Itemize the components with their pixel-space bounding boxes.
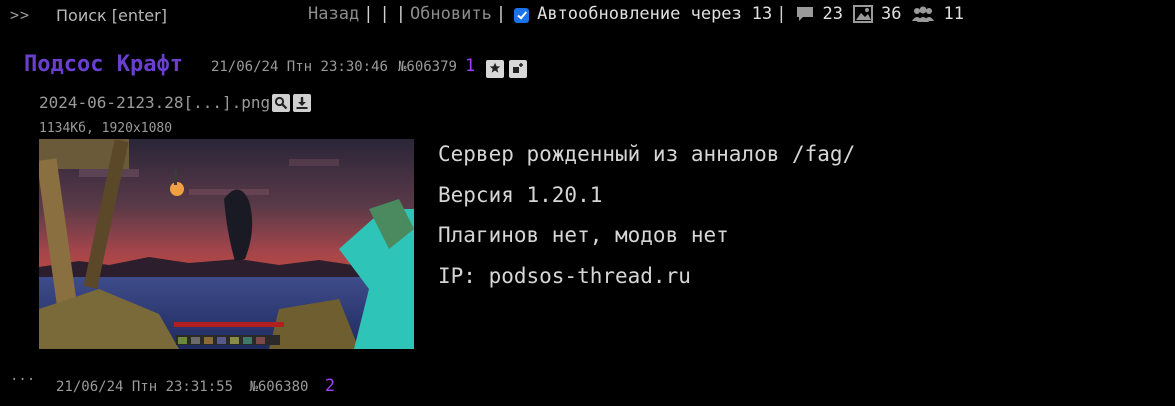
- nav-separator: |: [363, 4, 374, 24]
- images-count: 36: [849, 4, 901, 24]
- post-body-line: Сервер рожденный из анналов /fag/: [438, 142, 856, 166]
- download-icon: [296, 96, 308, 109]
- favorite-button[interactable]: [486, 60, 505, 78]
- attachment-filename-row: 2024-06-2123.28[...].png: [39, 93, 312, 112]
- minecraft-screenshot-image: [39, 139, 414, 349]
- post-index[interactable]: 1: [465, 56, 475, 76]
- star-icon: [490, 62, 501, 73]
- search-link[interactable]: Поиск [enter]: [56, 6, 167, 25]
- users-count-value: 11: [943, 4, 964, 24]
- attachment-thumbnail[interactable]: [39, 139, 414, 349]
- post-number[interactable]: №606379: [398, 59, 457, 75]
- posts-count-value: 23: [822, 4, 843, 24]
- refresh-link[interactable]: Обновить: [410, 4, 492, 24]
- post-body-line: Плагинов нет, модов нет: [438, 223, 729, 247]
- op-post: Подсос Крафт 21/06/24 Птн 23:30:46 №6063…: [24, 52, 528, 78]
- autorefresh-countdown: 13: [751, 4, 773, 24]
- post-body: Сервер рожденный из анналов /fag/ Версия…: [438, 134, 855, 296]
- search-icon: [275, 96, 288, 109]
- comment-icon: [796, 7, 813, 21]
- autorefresh-checkbox[interactable]: [514, 7, 530, 23]
- reply-number[interactable]: №606380: [249, 379, 308, 395]
- users-icon: [912, 6, 935, 22]
- post-datetime: 21/06/24 Птн 23:30:46: [210, 59, 388, 75]
- search-image-button[interactable]: [272, 93, 291, 112]
- download-button[interactable]: [293, 93, 312, 112]
- post-body-line: Версия 1.20.1: [438, 182, 603, 207]
- back-link[interactable]: Назад: [308, 4, 359, 24]
- reply-datetime: 21/06/24 Птн 23:31:55: [56, 379, 234, 395]
- image-icon: [853, 5, 873, 23]
- post-menu-button[interactable]: ...: [10, 368, 35, 384]
- post-subject: Подсос Крафт: [24, 52, 183, 77]
- images-count-value: 36: [881, 4, 902, 24]
- expand-icon: [513, 63, 524, 73]
- top-bar: >> Поиск [enter] Назад | | | Обновить | …: [0, 0, 1175, 32]
- autorefresh-label: Автообновление через: [537, 4, 742, 24]
- attachment-info: 1134Кб, 1920x1080: [39, 121, 173, 136]
- attachment-filename[interactable]: 2024-06-2123.28[...].png: [39, 93, 270, 112]
- reply-index[interactable]: 2: [325, 376, 335, 396]
- sidebar-toggle-button[interactable]: >>: [10, 6, 30, 24]
- thread-nav: Назад | | | Обновить | Автообновление че…: [308, 4, 964, 24]
- checkmark-icon: [516, 11, 527, 20]
- post-body-line: IP: podsos-thread.ru: [438, 263, 691, 288]
- post-header: Подсос Крафт 21/06/24 Птн 23:30:46 №6063…: [24, 52, 528, 78]
- posts-count: 23: [791, 4, 843, 24]
- nav-separator: |: [776, 4, 787, 24]
- reply-post: ... 21/06/24 Птн 23:31:55 №606380 2: [0, 368, 400, 402]
- users-count: 11: [907, 4, 964, 24]
- nav-separator: |: [395, 4, 406, 24]
- reply-header: 21/06/24 Птн 23:31:55 №606380 2: [56, 376, 335, 396]
- nav-separator: |: [379, 4, 390, 24]
- expand-button[interactable]: [509, 60, 528, 78]
- nav-separator: |: [495, 4, 507, 24]
